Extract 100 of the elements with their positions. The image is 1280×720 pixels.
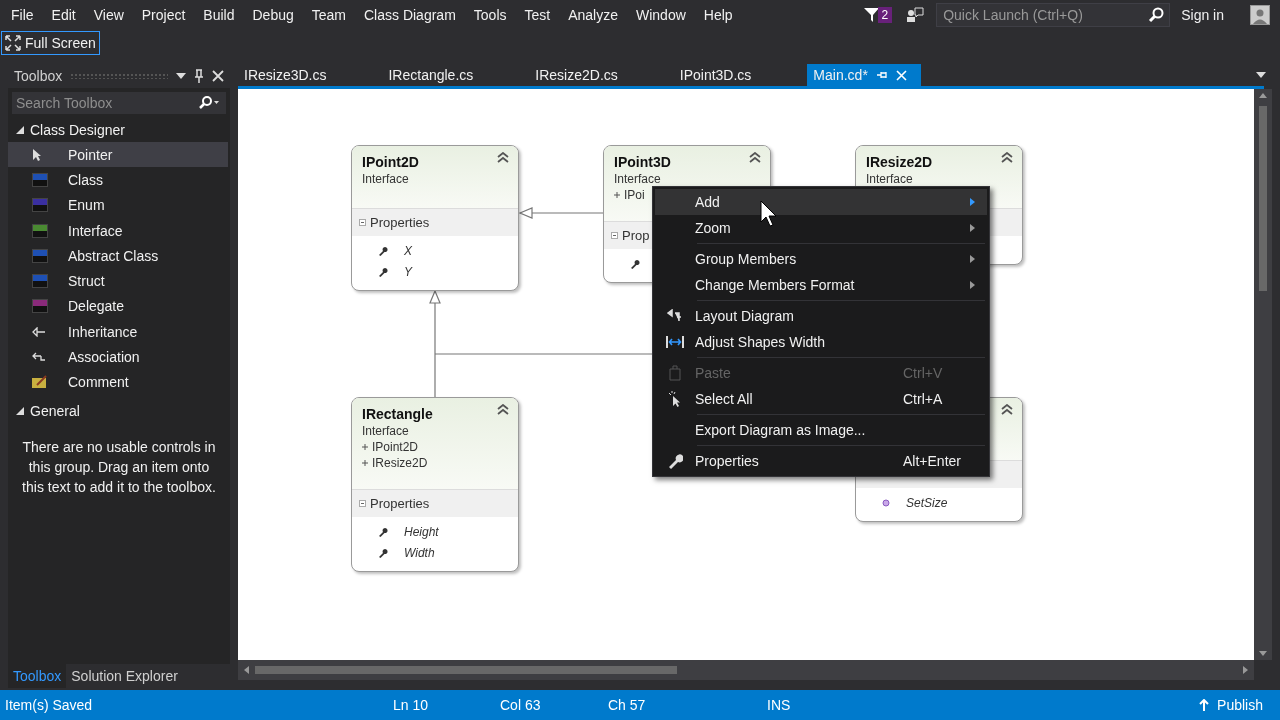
toolbox-item[interactable]: Enum — [8, 192, 228, 218]
shape-type: Interface — [614, 171, 662, 187]
wrench-icon — [667, 453, 683, 469]
dropdown-icon[interactable] — [176, 73, 186, 79]
menu-item[interactable]: Debug — [243, 7, 303, 23]
collapse-icon[interactable] — [497, 404, 509, 415]
shape-type: Interface — [866, 171, 914, 187]
menu-item[interactable]: Build — [194, 7, 244, 23]
paste-icon — [668, 365, 682, 381]
search-icon[interactable] — [1148, 7, 1165, 23]
menu-option[interactable]: Export Diagram as Image... — [655, 417, 987, 443]
avatar-icon[interactable] — [1250, 5, 1270, 25]
collapse-icon[interactable] — [1001, 404, 1013, 415]
base-type: IPoi — [624, 187, 645, 203]
collapse-icon[interactable] — [359, 500, 366, 507]
menu-option[interactable]: Zoom — [655, 215, 987, 241]
wrench-icon — [378, 526, 388, 537]
document-tab[interactable]: IResize2D.cs — [529, 64, 624, 86]
member-name: Height — [404, 524, 439, 539]
abstract-class-icon — [32, 248, 48, 263]
feedback-icon[interactable] — [906, 7, 925, 23]
plus-icon — [614, 192, 620, 198]
scroll-down-icon[interactable] — [1259, 651, 1267, 656]
menu-option[interactable]: Change Members Format — [655, 272, 987, 298]
menu-item[interactable]: View — [84, 7, 133, 23]
base-type: IResize2D — [372, 455, 428, 471]
search-icon[interactable] — [198, 96, 220, 110]
menu-option[interactable]: Add — [655, 189, 987, 215]
shape-title: IPoint3D — [614, 153, 671, 171]
menu-option[interactable]: Group Members — [655, 246, 987, 272]
toolbox-item[interactable]: Comment — [8, 369, 228, 395]
group-header[interactable]: General — [30, 402, 80, 419]
toolbox-item[interactable]: Interface — [8, 217, 228, 244]
scroll-right-icon[interactable] — [1243, 666, 1248, 674]
document-tab[interactable]: IResize3D.cs — [238, 64, 333, 86]
menu-item[interactable]: Edit — [42, 7, 85, 23]
collapse-icon[interactable] — [1001, 152, 1013, 163]
scrollbar-thumb[interactable] — [1259, 106, 1267, 291]
pin-icon[interactable] — [194, 69, 204, 83]
full-screen-button[interactable]: Full Screen — [1, 31, 100, 55]
member-name: Y — [404, 264, 412, 279]
menu-item[interactable]: File — [2, 7, 43, 23]
toolbox-item[interactable]: Abstract Class — [8, 243, 228, 269]
toolbox-item[interactable]: Class — [8, 167, 228, 193]
collapse-icon[interactable] — [359, 219, 366, 226]
toolbox-item[interactable]: Pointer — [8, 142, 228, 168]
submenu-icon — [970, 255, 975, 263]
notification-badge[interactable]: 2 — [877, 7, 893, 23]
expanded-icon[interactable] — [16, 406, 24, 415]
expanded-icon[interactable] — [16, 126, 24, 134]
toolbox-item[interactable]: Association — [8, 344, 228, 370]
dropdown-icon[interactable] — [1256, 72, 1266, 78]
menu-option[interactable]: Select All Ctrl+A — [655, 386, 987, 412]
collapse-icon[interactable] — [611, 232, 618, 239]
collapse-icon[interactable] — [497, 152, 509, 163]
group-header[interactable]: Class Designer — [30, 122, 125, 138]
expand-icon — [5, 35, 21, 51]
up-arrow-icon — [1199, 699, 1210, 711]
toolbox-item[interactable]: Struct — [8, 268, 228, 294]
submenu-icon — [970, 198, 975, 206]
sign-in-link[interactable]: Sign in — [1181, 7, 1224, 23]
menu-item[interactable]: Test — [515, 7, 560, 23]
cursor-icon — [760, 200, 778, 228]
menu-option[interactable]: Adjust Shapes Width — [655, 329, 987, 355]
collapse-icon[interactable] — [749, 152, 761, 163]
menu-option[interactable]: Properties Alt+Enter — [655, 448, 987, 474]
association-icon — [32, 352, 46, 362]
menu-item[interactable]: Team — [302, 7, 355, 23]
pointer-icon — [32, 147, 42, 162]
shape-type: Interface — [362, 171, 410, 187]
menu-item[interactable]: Project — [132, 7, 195, 23]
member-name: X — [404, 243, 412, 258]
search-field[interactable]: Search Toolbox — [12, 92, 226, 114]
scrollbar-thumb[interactable] — [255, 666, 677, 674]
menu-item[interactable]: Help — [694, 7, 742, 23]
interface-icon — [32, 223, 48, 238]
publish-button[interactable]: Publish — [1199, 697, 1263, 713]
document-tab[interactable]: IRectangle.cs — [382, 64, 480, 86]
panel-title: Toolbox — [14, 68, 63, 84]
layout-icon — [667, 309, 683, 323]
toolbox-item[interactable]: Inheritance — [8, 319, 228, 345]
menu-item[interactable]: Class Diagram — [355, 7, 465, 23]
insert-mode: INS — [767, 697, 791, 713]
scroll-up-icon[interactable] — [1259, 93, 1267, 98]
menu-item[interactable]: Analyze — [559, 7, 627, 23]
menu-item[interactable]: Window — [627, 7, 695, 23]
menu-item[interactable]: Tools — [464, 7, 516, 23]
compartment-label: Properties — [370, 215, 430, 230]
document-tab[interactable]: IPoint3D.cs — [673, 64, 758, 86]
filter-icon[interactable] — [863, 7, 880, 23]
toolbox-item[interactable]: Delegate — [8, 293, 228, 320]
menu-option[interactable]: Layout Diagram — [655, 303, 987, 329]
close-icon[interactable] — [212, 70, 224, 82]
enum-icon — [32, 198, 48, 213]
scroll-left-icon[interactable] — [244, 666, 249, 674]
inheritance-icon — [32, 326, 46, 337]
submenu-icon — [970, 224, 975, 232]
quick-launch-field[interactable]: Quick Launch (Ctrl+Q) — [936, 3, 1171, 27]
delegate-icon — [32, 299, 48, 314]
panel-tab[interactable]: Toolbox — [8, 664, 67, 688]
